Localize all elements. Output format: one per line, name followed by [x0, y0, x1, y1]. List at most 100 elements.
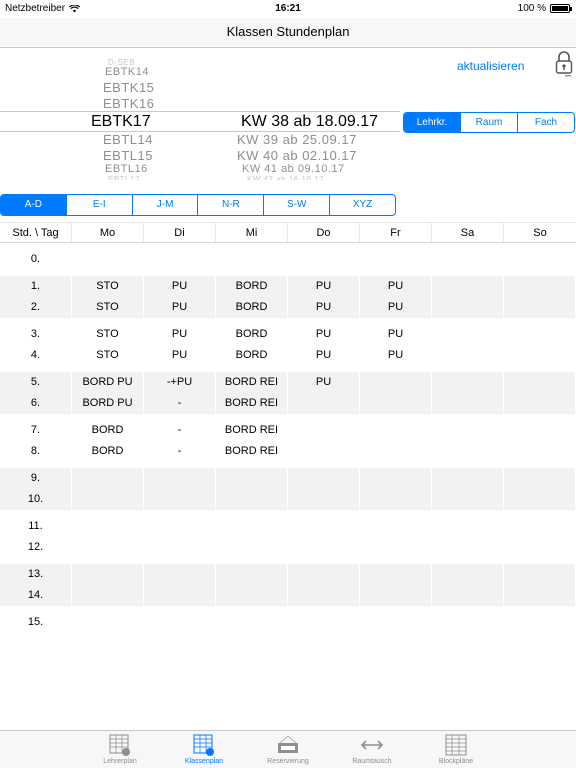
table-cell[interactable]	[144, 468, 216, 489]
segment-e-i[interactable]: E-I	[65, 195, 132, 215]
table-cell[interactable]: BORD	[72, 420, 144, 441]
picker-class-item[interactable]: EBTK16	[103, 96, 154, 111]
table-cell[interactable]	[504, 537, 576, 558]
table-cell[interactable]: BORD PU	[72, 372, 144, 393]
table-cell[interactable]: STO	[72, 345, 144, 366]
table-cell[interactable]	[72, 537, 144, 558]
table-cell[interactable]: PU	[360, 297, 432, 318]
table-cell[interactable]	[504, 372, 576, 393]
table-cell[interactable]	[288, 585, 360, 606]
table-cell[interactable]	[432, 249, 504, 270]
segment-s-w[interactable]: S-W	[263, 195, 329, 215]
table-cell[interactable]	[216, 585, 288, 606]
table-cell[interactable]	[72, 468, 144, 489]
table-cell[interactable]: -+PU	[144, 372, 216, 393]
table-cell[interactable]	[216, 489, 288, 510]
table-cell[interactable]	[432, 468, 504, 489]
table-cell[interactable]	[72, 612, 144, 633]
table-cell[interactable]: PU	[288, 372, 360, 393]
table-cell[interactable]	[504, 345, 576, 366]
segment-a-d[interactable]: A-D	[1, 195, 66, 215]
table-cell[interactable]	[360, 420, 432, 441]
table-cell[interactable]	[288, 612, 360, 633]
table-cell[interactable]	[504, 489, 576, 510]
table-cell[interactable]	[288, 468, 360, 489]
table-cell[interactable]	[288, 489, 360, 510]
picker-class-item[interactable]: EBTL15	[103, 148, 153, 163]
table-cell[interactable]	[432, 585, 504, 606]
table-cell[interactable]	[360, 441, 432, 462]
table-cell[interactable]	[504, 612, 576, 633]
table-cell[interactable]	[504, 441, 576, 462]
segment-fach[interactable]: Fach	[517, 113, 574, 132]
table-cell[interactable]: -	[144, 420, 216, 441]
table-cell[interactable]	[216, 468, 288, 489]
table-cell[interactable]	[432, 372, 504, 393]
table-cell[interactable]	[288, 516, 360, 537]
table-cell[interactable]	[360, 489, 432, 510]
table-cell[interactable]: PU	[360, 324, 432, 345]
table-cell[interactable]: BORD REI	[216, 393, 288, 414]
table-cell[interactable]	[360, 393, 432, 414]
table-cell[interactable]	[432, 420, 504, 441]
tab-lehrerplan[interactable]: Lehrerplan	[78, 731, 162, 768]
table-cell[interactable]	[144, 516, 216, 537]
table-cell[interactable]	[360, 468, 432, 489]
table-cell[interactable]	[504, 393, 576, 414]
picker-class-item[interactable]: EBTK15	[103, 80, 154, 95]
table-cell[interactable]	[432, 276, 504, 297]
table-cell[interactable]	[72, 564, 144, 585]
table-cell[interactable]: PU	[288, 345, 360, 366]
table-cell[interactable]	[360, 612, 432, 633]
table-cell[interactable]	[288, 393, 360, 414]
table-cell[interactable]: BORD REI	[216, 441, 288, 462]
picker-class-item[interactable]: EBTK14	[105, 66, 149, 78]
table-cell[interactable]	[504, 249, 576, 270]
table-cell[interactable]	[504, 516, 576, 537]
tab-raumtausch[interactable]: Raumtausch	[330, 731, 414, 768]
table-cell[interactable]: STO	[72, 297, 144, 318]
table-cell[interactable]	[72, 516, 144, 537]
segment-lehrkr[interactable]: Lehrkr.	[404, 113, 460, 132]
table-cell[interactable]	[216, 564, 288, 585]
lock-icon[interactable]	[554, 49, 574, 79]
table-cell[interactable]	[216, 249, 288, 270]
table-cell[interactable]	[432, 297, 504, 318]
table-cell[interactable]: PU	[360, 276, 432, 297]
table-cell[interactable]: PU	[288, 276, 360, 297]
table-cell[interactable]	[432, 516, 504, 537]
table-cell[interactable]: STO	[72, 324, 144, 345]
picker-class-item[interactable]: EBTL17	[108, 175, 140, 180]
table-cell[interactable]	[72, 489, 144, 510]
table-cell[interactable]: -	[144, 393, 216, 414]
table-cell[interactable]	[432, 489, 504, 510]
table-cell[interactable]	[360, 372, 432, 393]
table-cell[interactable]	[288, 420, 360, 441]
table-cell[interactable]: -	[144, 441, 216, 462]
table-cell[interactable]: BORD	[216, 324, 288, 345]
table-cell[interactable]: BORD	[216, 345, 288, 366]
refresh-button[interactable]: aktualisieren	[457, 59, 524, 73]
table-cell[interactable]	[504, 324, 576, 345]
table-cell[interactable]	[144, 612, 216, 633]
table-cell[interactable]	[216, 612, 288, 633]
table-cell[interactable]	[432, 324, 504, 345]
tab-blockplaene[interactable]: Blockpläne	[414, 731, 498, 768]
table-cell[interactable]	[144, 564, 216, 585]
table-cell[interactable]	[504, 564, 576, 585]
table-cell[interactable]: BORD	[72, 441, 144, 462]
table-cell[interactable]	[144, 249, 216, 270]
table-cell[interactable]: PU	[144, 324, 216, 345]
table-cell[interactable]	[504, 420, 576, 441]
table-cell[interactable]	[504, 468, 576, 489]
table-cell[interactable]	[360, 564, 432, 585]
table-cell[interactable]	[288, 564, 360, 585]
table-cell[interactable]: PU	[360, 345, 432, 366]
table-cell[interactable]: PU	[144, 345, 216, 366]
table-cell[interactable]	[288, 537, 360, 558]
table-cell[interactable]	[360, 516, 432, 537]
table-cell[interactable]	[288, 441, 360, 462]
segment-xyz[interactable]: XYZ	[329, 195, 395, 215]
table-cell[interactable]	[432, 441, 504, 462]
table-cell[interactable]	[216, 537, 288, 558]
